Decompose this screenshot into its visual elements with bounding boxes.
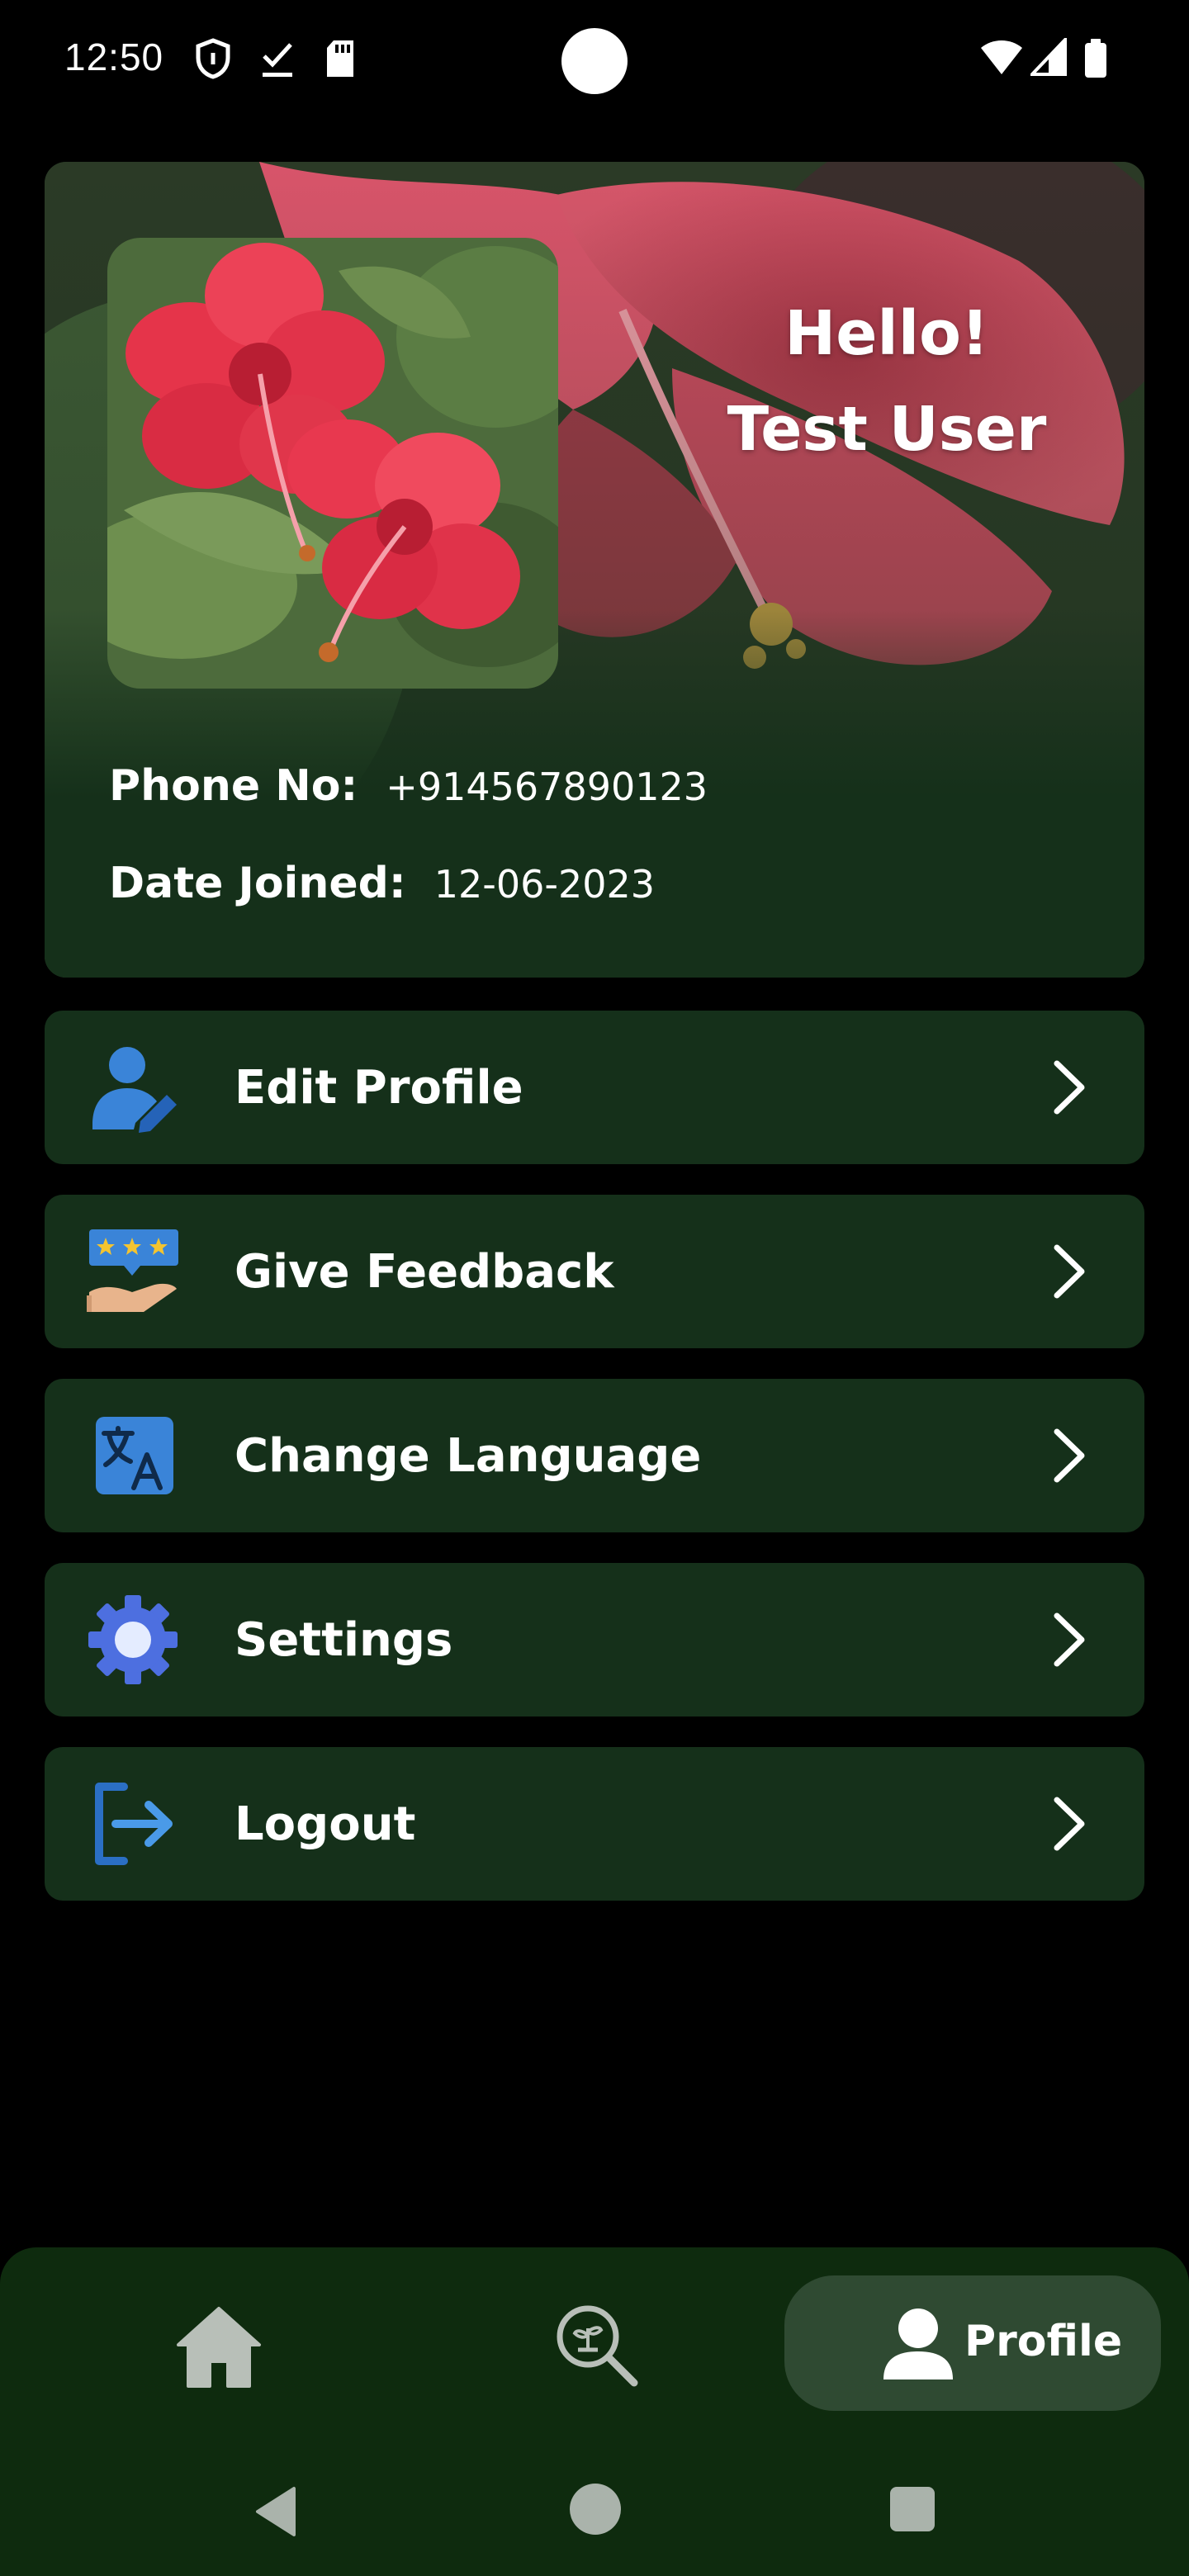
cell-signal-icon [1030, 38, 1067, 76]
phone-info: Phone No: +914567890123 [109, 761, 708, 811]
recent-apps-button[interactable] [890, 2487, 935, 2531]
back-icon[interactable] [253, 2485, 299, 2538]
greeting: Hello! Test User [639, 286, 1135, 477]
chevron-right-icon [1054, 1060, 1085, 1115]
date-joined-value: 12-06-2023 [433, 862, 656, 907]
logout-icon [95, 1783, 173, 1865]
chevron-right-icon [1054, 1244, 1085, 1299]
status-bar: 12:50 [0, 0, 1189, 124]
phone-label: Phone No: [109, 761, 358, 811]
nav-profile-label: Profile [964, 2317, 1123, 2366]
menu-logout[interactable]: Logout [45, 1747, 1144, 1901]
bottom-navigation: Profile [0, 2247, 1189, 2576]
menu-settings[interactable]: Settings [45, 1563, 1144, 1717]
shield-icon [196, 38, 230, 79]
menu-label: Settings [234, 1612, 453, 1667]
chevron-right-icon [1054, 1612, 1085, 1667]
phone-value: +914567890123 [386, 765, 708, 809]
menu-give-feedback[interactable]: Give Feedback [45, 1195, 1144, 1348]
date-joined-info: Date Joined: 12-06-2023 [109, 859, 655, 908]
chevron-right-icon [1054, 1428, 1085, 1483]
system-home-button[interactable] [570, 2484, 621, 2535]
menu-label: Change Language [234, 1428, 702, 1483]
feedback-icon [87, 1229, 178, 1312]
gear-icon [88, 1595, 178, 1684]
greeting-username: Test User [727, 394, 1047, 465]
hibiscus-photo [107, 238, 558, 689]
battery-icon [1085, 39, 1106, 78]
download-done-icon [263, 43, 292, 77]
edit-profile-icon [92, 1047, 177, 1133]
date-joined-label: Date Joined: [109, 859, 406, 908]
status-time: 12:50 [64, 36, 164, 78]
plant-search-icon[interactable] [552, 2300, 641, 2389]
avatar [107, 238, 558, 689]
menu-change-language[interactable]: Change Language [45, 1379, 1144, 1532]
nav-profile-tab[interactable]: Profile [784, 2275, 1161, 2411]
profile-header-card: Hello! Test User Phone No: +914567890123… [45, 162, 1144, 978]
menu-label: Edit Profile [234, 1060, 523, 1115]
camera-cutout [561, 28, 628, 94]
menu-label: Logout [234, 1797, 416, 1851]
menu-label: Give Feedback [234, 1244, 614, 1299]
wifi-icon [981, 40, 1022, 74]
sd-card-icon [327, 40, 353, 77]
profile-icon [883, 2308, 953, 2379]
home-icon[interactable] [173, 2302, 264, 2393]
translate-icon [96, 1417, 173, 1494]
chevron-right-icon [1054, 1797, 1085, 1851]
menu-edit-profile[interactable]: Edit Profile [45, 1011, 1144, 1164]
greeting-hello: Hello! [784, 298, 989, 369]
